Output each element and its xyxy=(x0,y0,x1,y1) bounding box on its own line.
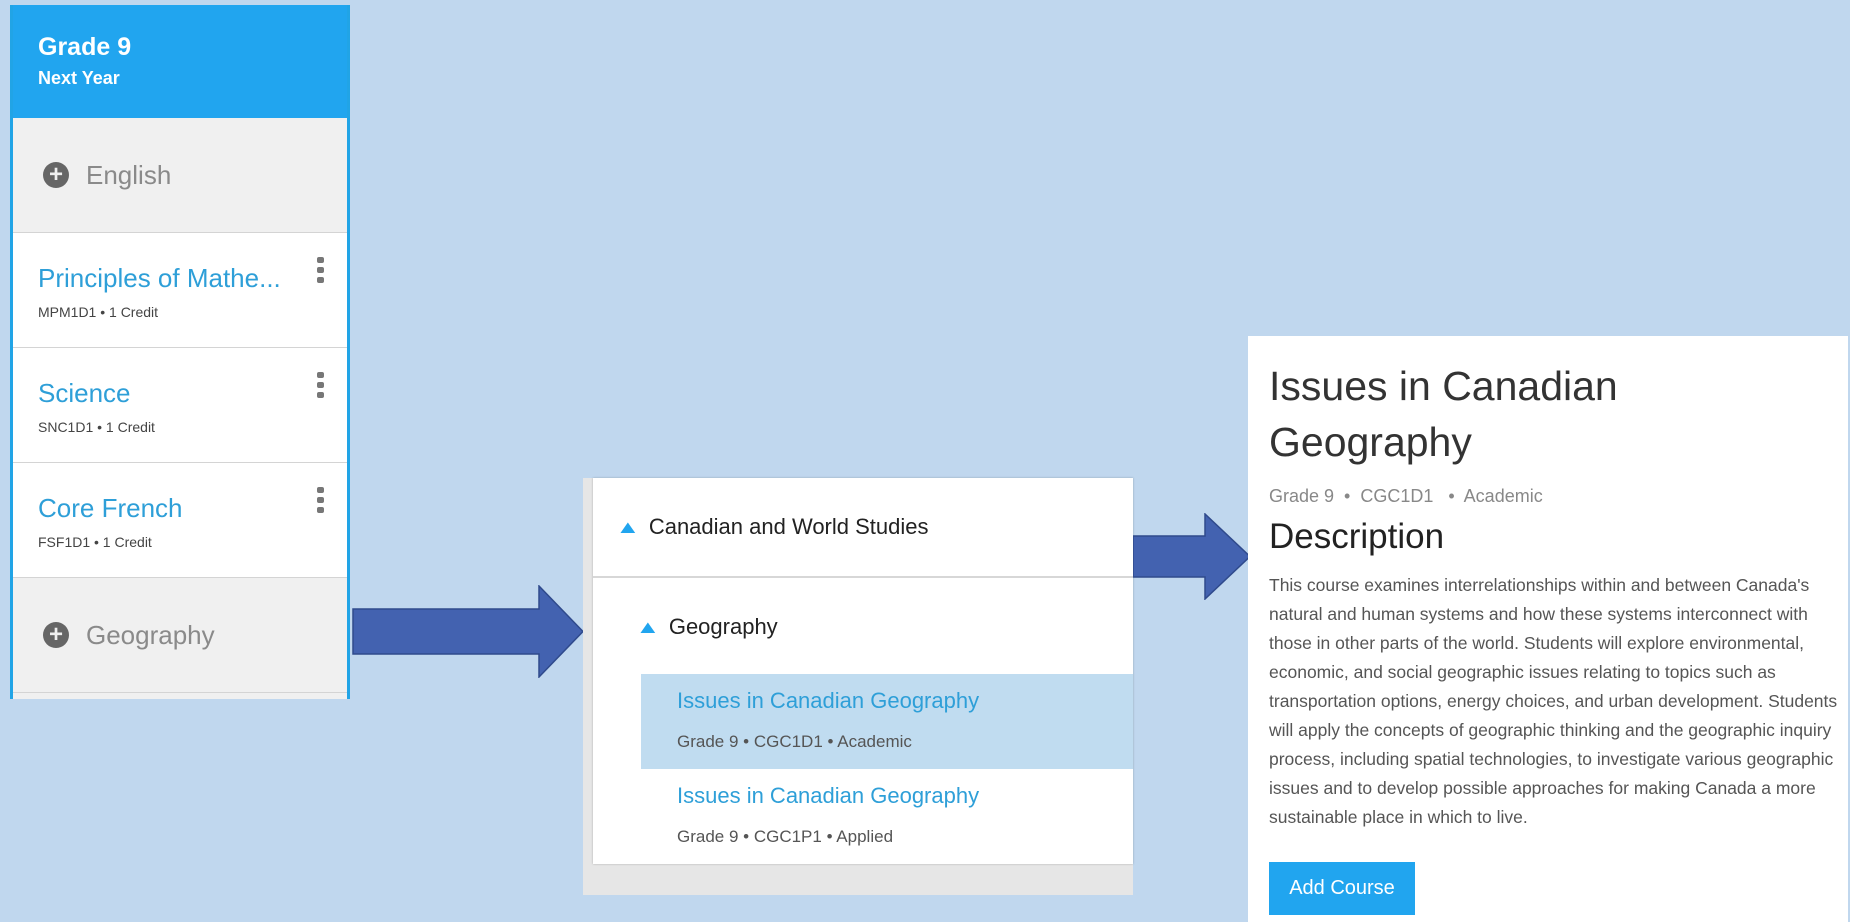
description-line: sustainable place in which to live. xyxy=(1269,807,1528,827)
chevron-up-icon: ▲ xyxy=(615,516,641,537)
course-detail-panel: Issues in Canadian Geography Grade 9 • C… xyxy=(1248,336,1848,922)
category-label: Canadian and World Studies xyxy=(648,514,929,539)
course-description: This course examines interrelationships … xyxy=(1269,571,1848,832)
more-options-icon[interactable] xyxy=(317,372,325,398)
grade-header: Grade 9 Next Year xyxy=(13,5,347,118)
category-row-canadian-world-studies[interactable]: ▲ Canadian and World Studies xyxy=(593,478,1133,578)
course-title-line: Issues in Canadian xyxy=(1269,363,1618,409)
course-card-science[interactable]: Science SNC1D1 • 1 Credit xyxy=(13,348,347,463)
grade-title: Grade 9 xyxy=(38,33,132,61)
course-option-meta: Grade 9 • CGC1D1 • Academic xyxy=(677,732,912,751)
arrow-right-icon xyxy=(352,585,584,678)
more-options-icon[interactable] xyxy=(317,257,325,283)
description-line: issues and to develop possible approache… xyxy=(1269,778,1816,798)
slot-label: Geography xyxy=(86,619,215,650)
description-line: those in other parts of the world. Stude… xyxy=(1269,633,1805,653)
description-line: This course examines interrelationships … xyxy=(1269,575,1810,595)
add-circle-icon: + xyxy=(43,622,69,648)
add-circle-icon: + xyxy=(43,162,69,188)
grade-9-planner-panel: Grade 9 Next Year + English Principles o… xyxy=(10,5,350,699)
empty-slot-geography[interactable]: + Geography xyxy=(13,578,347,693)
grade-subtitle: Next Year xyxy=(38,68,120,88)
description-line: transportation options, energy choices, … xyxy=(1269,691,1838,711)
course-option-meta: Grade 9 • CGC1P1 • Applied xyxy=(677,827,894,846)
description-line: will apply the concepts of geographic th… xyxy=(1269,720,1832,740)
arrow-right-icon xyxy=(1133,513,1251,600)
course-meta: MPM1D1 • 1 Credit xyxy=(38,304,159,320)
course-title-line: Geography xyxy=(1269,419,1472,465)
chevron-up-icon: ▲ xyxy=(635,616,661,637)
course-name[interactable]: Principles of Mathe... xyxy=(38,263,347,294)
course-name[interactable]: Science xyxy=(38,378,347,409)
description-heading: Description xyxy=(1269,517,1445,556)
course-name[interactable]: Core French xyxy=(38,493,347,524)
empty-slot-english[interactable]: + English xyxy=(13,118,347,233)
description-line: economic, and social geographic issues r… xyxy=(1269,662,1776,682)
course-meta: SNC1D1 • 1 Credit xyxy=(38,419,155,435)
course-option-title[interactable]: Issues in Canadian Geography xyxy=(677,688,1133,714)
course-card-math[interactable]: Principles of Mathe... MPM1D1 • 1 Credit xyxy=(13,233,347,348)
subcategory-label: Geography xyxy=(668,614,778,639)
slot-label: English xyxy=(86,159,172,190)
course-option-title[interactable]: Issues in Canadian Geography xyxy=(677,783,1133,809)
course-title: Issues in Canadian Geography xyxy=(1269,358,1848,470)
description-line: process, including spatial technologies,… xyxy=(1269,749,1834,769)
course-option-cgc1p1[interactable]: Issues in Canadian Geography Grade 9 • C… xyxy=(641,769,1133,864)
more-options-icon[interactable] xyxy=(317,487,325,513)
course-option-cgc1d1[interactable]: Issues in Canadian Geography Grade 9 • C… xyxy=(641,674,1133,769)
course-card-french[interactable]: Core French FSF1D1 • 1 Credit xyxy=(13,463,347,578)
course-selector-panel: ▲ Canadian and World Studies ▲ Geography… xyxy=(583,478,1133,895)
subcategory-row-geography[interactable]: ▲ Geography xyxy=(593,578,1133,676)
course-meta: FSF1D1 • 1 Credit xyxy=(38,534,152,550)
course-selector-card: ▲ Canadian and World Studies ▲ Geography… xyxy=(593,478,1133,864)
add-course-button[interactable]: Add Course xyxy=(1269,862,1415,915)
description-line: natural and human systems and how these … xyxy=(1269,604,1808,624)
course-meta: Grade 9 • CGC1D1 • Academic xyxy=(1269,486,1543,506)
